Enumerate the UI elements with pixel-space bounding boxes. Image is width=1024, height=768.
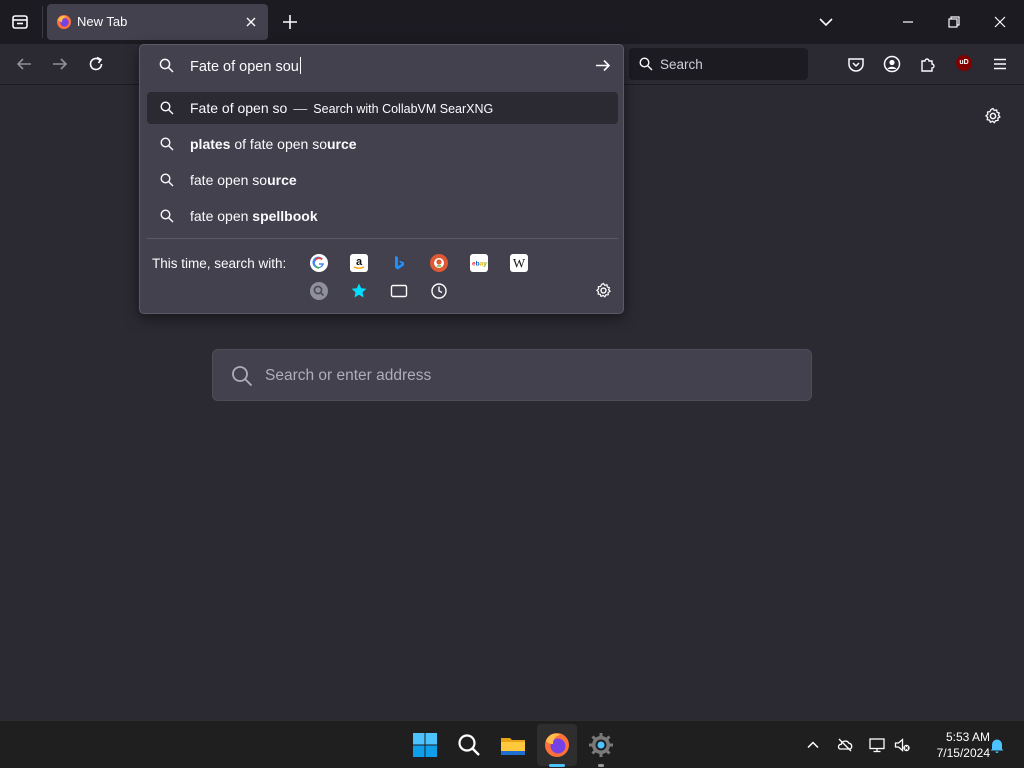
taskbar-clock[interactable]: 5:53 AM 7/15/2024 bbox=[916, 729, 990, 761]
urlbar-divider bbox=[147, 238, 618, 239]
close-tab-icon[interactable] bbox=[244, 15, 258, 29]
file-explorer-icon[interactable] bbox=[498, 730, 528, 760]
pocket-icon[interactable] bbox=[847, 55, 865, 73]
page-search-input[interactable]: Search or enter address bbox=[212, 349, 812, 401]
search-icon bbox=[160, 101, 174, 115]
onedrive-offline-icon[interactable] bbox=[836, 736, 854, 754]
settings-running-indicator bbox=[598, 764, 604, 767]
search-icon bbox=[639, 57, 653, 71]
taskbar: 5:53 AM 7/15/2024 bbox=[0, 720, 1024, 768]
urlbar-value: Fate of open sou bbox=[190, 59, 299, 75]
taskbar-search-icon[interactable] bbox=[454, 730, 484, 760]
account-icon[interactable] bbox=[883, 55, 901, 73]
extensions-puzzle-icon[interactable] bbox=[919, 55, 937, 73]
suggestion-part: plates bbox=[190, 136, 231, 152]
tabs-icon[interactable] bbox=[390, 282, 408, 300]
text-caret bbox=[299, 57, 301, 74]
firefox-taskbar-icon[interactable] bbox=[542, 730, 572, 760]
google-engine-icon[interactable] bbox=[310, 254, 328, 272]
search-icon bbox=[160, 137, 174, 151]
minimize-icon[interactable] bbox=[898, 12, 918, 32]
history-clock-icon[interactable] bbox=[430, 282, 448, 300]
svg-text:W: W bbox=[513, 256, 526, 271]
tab-bar: New Tab bbox=[0, 0, 1024, 44]
svg-text:ebay: ebay bbox=[472, 261, 487, 268]
windows-start-icon[interactable] bbox=[410, 730, 440, 760]
go-arrow-icon[interactable] bbox=[594, 57, 611, 74]
suggestion-part: fate open bbox=[190, 208, 253, 224]
reload-icon[interactable] bbox=[87, 55, 105, 73]
urlbar-result-suggestion[interactable]: plates of fate open source bbox=[147, 128, 618, 160]
toolbar-search-placeholder: Search bbox=[660, 57, 703, 72]
settings-gear-taskbar-icon[interactable] bbox=[586, 730, 616, 760]
firefox-view-icon[interactable] bbox=[10, 12, 30, 32]
tab-separator bbox=[42, 6, 43, 38]
svg-text:a: a bbox=[356, 256, 363, 268]
show-hidden-icons-chevron-icon[interactable] bbox=[804, 736, 822, 754]
clock-date: 7/15/2024 bbox=[936, 746, 990, 760]
close-window-icon[interactable] bbox=[990, 12, 1010, 32]
result-separator: — bbox=[293, 100, 308, 116]
one-off-search-label: This time, search with: bbox=[152, 256, 287, 271]
back-arrow-icon[interactable] bbox=[15, 55, 33, 73]
urlbar-result-suggestion[interactable]: fate open source bbox=[147, 164, 618, 196]
suggestion-part: spellbook bbox=[252, 208, 318, 224]
suggestion-part: fate open so bbox=[190, 172, 268, 188]
list-all-tabs-chevron-icon[interactable] bbox=[818, 14, 834, 30]
result-title: Fate of open so bbox=[190, 100, 288, 116]
urlbar-popup: Fate of open sou Fate of open so — Search … bbox=[139, 44, 624, 314]
volume-muted-icon[interactable] bbox=[893, 736, 911, 754]
page-search-placeholder: Search or enter address bbox=[265, 367, 432, 384]
suggestion-part: of fate open so bbox=[230, 136, 327, 152]
suggestion-part: urce bbox=[327, 136, 357, 152]
hamburger-menu-icon[interactable] bbox=[991, 55, 1009, 73]
firefox-active-indicator bbox=[549, 764, 565, 767]
result-action: Search with CollabVM SearXNG bbox=[313, 102, 494, 116]
notification-bell-icon[interactable] bbox=[988, 736, 1006, 754]
forward-arrow-icon[interactable] bbox=[51, 55, 69, 73]
firefox-favicon-icon bbox=[56, 14, 72, 30]
new-tab-plus-icon[interactable] bbox=[281, 13, 299, 31]
clock-time: 5:53 AM bbox=[945, 730, 990, 744]
searxng-engine-icon[interactable] bbox=[310, 282, 328, 300]
toolbar-search-box[interactable]: Search bbox=[629, 48, 808, 80]
bing-engine-icon[interactable] bbox=[390, 254, 408, 272]
search-settings-gear-icon[interactable] bbox=[595, 282, 612, 299]
urlbar-result-search-action[interactable]: Fate of open so — Search with CollabVM Sea… bbox=[147, 92, 618, 124]
urlbar-input[interactable]: Fate of open sou bbox=[140, 45, 623, 85]
urlbar-result-suggestion[interactable]: fate open spellbook bbox=[147, 200, 618, 232]
search-icon bbox=[160, 173, 174, 187]
restore-icon[interactable] bbox=[944, 12, 964, 32]
ebay-engine-icon[interactable]: ebay bbox=[470, 254, 488, 272]
wikipedia-engine-icon[interactable]: W bbox=[510, 254, 528, 272]
network-icon[interactable] bbox=[868, 736, 886, 754]
search-icon bbox=[159, 58, 174, 73]
tab-new-tab[interactable]: New Tab bbox=[47, 4, 268, 40]
duckduckgo-engine-icon[interactable] bbox=[430, 254, 448, 272]
ublock-origin-icon[interactable]: uD bbox=[956, 55, 972, 71]
bookmarks-star-icon[interactable] bbox=[350, 282, 368, 300]
amazon-engine-icon[interactable]: a bbox=[350, 254, 368, 272]
suggestion-part: urce bbox=[267, 172, 297, 188]
search-icon bbox=[160, 209, 174, 223]
search-icon bbox=[231, 365, 253, 387]
tab-title: New Tab bbox=[77, 14, 128, 29]
page-settings-gear-icon[interactable] bbox=[984, 107, 1002, 125]
